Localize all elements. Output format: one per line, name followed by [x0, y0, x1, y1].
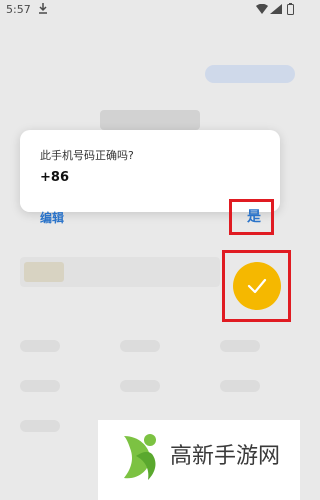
highlight-box-yes	[229, 199, 274, 235]
blurred-key	[20, 420, 60, 432]
watermark-logo-icon	[124, 434, 156, 480]
status-bar: 5:57	[0, 0, 300, 22]
blurred-pill	[205, 65, 295, 83]
blurred-key	[220, 340, 260, 352]
check-icon	[247, 278, 267, 294]
watermark-text: 高新手游网	[170, 444, 281, 469]
dialog-question: 此手机号码正确吗?	[40, 149, 134, 162]
blurred-title	[100, 110, 200, 130]
blurred-key	[120, 340, 160, 352]
status-time: 5:57	[6, 3, 31, 16]
edit-button[interactable]: 编辑	[40, 209, 64, 226]
download-icon	[38, 2, 48, 17]
battery-icon	[287, 3, 294, 18]
blurred-key	[120, 380, 160, 392]
blurred-flag	[24, 262, 64, 282]
confirm-fab-button[interactable]	[233, 262, 281, 310]
blurred-key	[20, 340, 60, 352]
wifi-icon	[256, 3, 268, 17]
blurred-key	[20, 380, 60, 392]
blurred-key	[220, 380, 260, 392]
watermark: 高新手游网	[98, 420, 300, 500]
signal-icon	[270, 4, 282, 17]
dialog-phone-number: +86	[40, 170, 69, 185]
